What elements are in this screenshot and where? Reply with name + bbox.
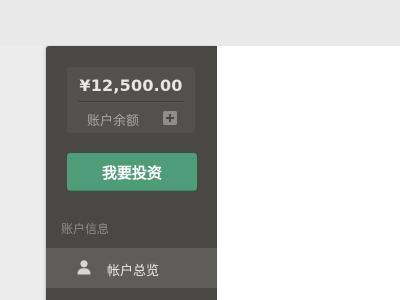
balance-card: ¥12,500.00 账户余额 (67, 67, 195, 133)
section-title-account-info: 账户信息 (61, 222, 110, 236)
add-funds-button[interactable] (163, 111, 177, 125)
sidebar-item-label: 帐户总览 (107, 264, 160, 279)
balance-amount: ¥12,500.00 (79, 76, 183, 95)
user-icon (77, 260, 91, 275)
invest-button[interactable]: 我要投资 (67, 153, 197, 191)
balance-label: 账户余额 (87, 114, 140, 129)
window-backdrop (0, 0, 400, 46)
sidebar: ¥12,500.00 账户余额 我要投资 账户信息 帐户总览 (46, 46, 217, 300)
main-content-area (217, 46, 400, 300)
divider (78, 101, 184, 102)
sidebar-item-account-overview[interactable]: 帐户总览 (46, 248, 217, 288)
